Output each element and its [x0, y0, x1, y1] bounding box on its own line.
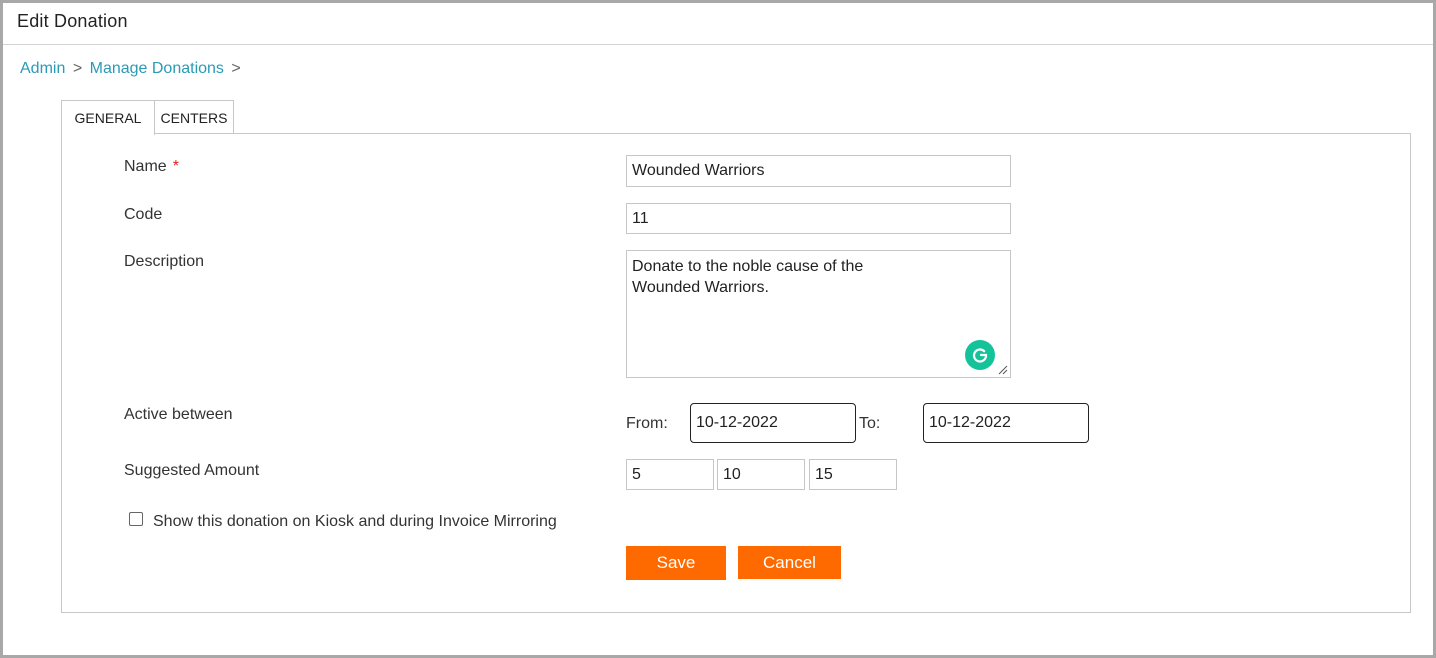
code-label: Code: [124, 206, 163, 223]
kiosk-checkbox-label[interactable]: Show this donation on Kiosk and during I…: [153, 513, 557, 531]
description-label: Description: [124, 253, 205, 270]
description-text: Donate to the noble cause of the Wounded…: [632, 258, 864, 296]
suggested-amount-input-1[interactable]: 5: [626, 459, 714, 490]
breadcrumb-admin-link[interactable]: Admin: [20, 60, 65, 77]
to-label: To:: [859, 415, 881, 432]
grammarly-icon[interactable]: [965, 340, 995, 370]
edit-donation-window: Edit Donation Admin > Manage Donations >…: [0, 0, 1436, 658]
suggested-amount-input-3[interactable]: 15: [809, 459, 897, 490]
breadcrumb-separator: >: [231, 60, 241, 77]
kiosk-checkbox[interactable]: [129, 512, 143, 526]
cancel-button[interactable]: Cancel: [738, 546, 841, 579]
to-date-input[interactable]: 10-12-2022: [923, 403, 1089, 443]
general-panel: Name * Wounded Warriors Code 11 Descripti…: [61, 133, 1411, 613]
active-between-label: Active between: [124, 406, 233, 423]
save-button[interactable]: Save: [626, 546, 726, 580]
name-label-text: Name: [124, 158, 167, 175]
from-label: From:: [626, 415, 668, 432]
resize-handle-icon[interactable]: [998, 365, 1008, 375]
required-mark: *: [172, 158, 179, 175]
tab-general[interactable]: GENERAL: [61, 100, 155, 135]
page-title: Edit Donation: [17, 11, 128, 31]
title-bar: Edit Donation: [3, 3, 1433, 45]
breadcrumb-separator: >: [72, 60, 83, 77]
name-label: Name *: [124, 158, 179, 176]
tab-centers[interactable]: CENTERS: [154, 100, 234, 134]
suggested-amount-input-2[interactable]: 10: [717, 459, 805, 490]
breadcrumb: Admin > Manage Donations >: [20, 60, 244, 78]
name-input[interactable]: Wounded Warriors: [626, 155, 1011, 187]
from-date-input[interactable]: 10-12-2022: [690, 403, 856, 443]
description-textarea[interactable]: Donate to the noble cause of the Wounded…: [626, 250, 1011, 378]
code-input[interactable]: 11: [626, 203, 1011, 234]
breadcrumb-manage-donations-link[interactable]: Manage Donations: [90, 60, 224, 77]
suggested-amount-label: Suggested Amount: [124, 462, 260, 479]
